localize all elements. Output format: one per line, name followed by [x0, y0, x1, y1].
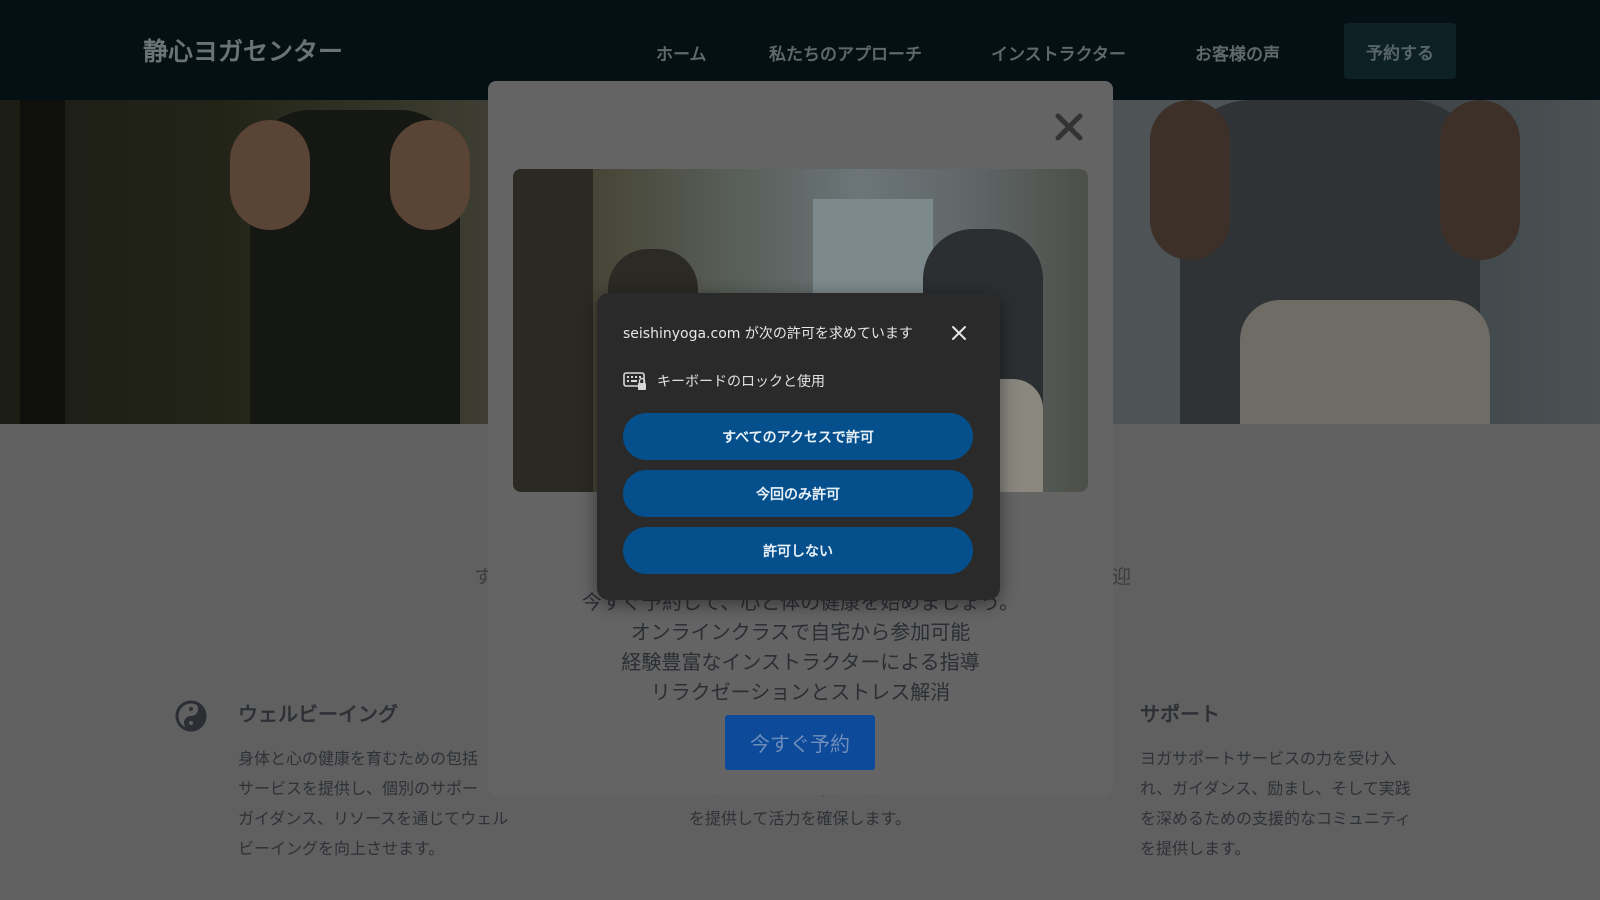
feature-text-wellbeing: 身体と心の健康を育むための包括 サービスを提供し、個別のサポー ガイダンス、リソ… — [238, 749, 509, 858]
modal-line-3: 経験豊富なインストラクターによる指導 — [621, 650, 980, 674]
modal-line-4: リラクゼーションとストレス解消 — [650, 680, 951, 704]
feature-text-support: ヨガサポートサービスの力を受け入 れ、ガイダンス、励まし、そして実践 を深めるた… — [1140, 749, 1412, 858]
feature-title-wellbeing: ウェルビーイング — [238, 702, 398, 726]
modal-line-2: オンラインクラスで自宅から参加可能 — [630, 620, 971, 644]
nav-instructors[interactable]: インストラクター — [991, 40, 1126, 65]
permission-item-label: キーボードのロックと使用 — [657, 374, 825, 390]
book-now-button[interactable]: 今すぐ予約 — [725, 715, 875, 770]
content-text-fragment: 迎 — [1112, 566, 1132, 588]
close-icon[interactable] — [949, 323, 969, 343]
close-icon[interactable] — [1052, 110, 1086, 144]
permission-prompt: seishinyoga.com が次の許可を求めています キーボードのロックと使… — [597, 293, 1000, 600]
keyboard-lock-icon — [623, 372, 646, 390]
permission-title: seishinyoga.com が次の許可を求めています — [623, 326, 913, 342]
nav-reserve-button[interactable]: 予約する — [1344, 23, 1456, 79]
yin-yang-icon — [175, 700, 207, 732]
nav-home[interactable]: ホーム — [656, 40, 707, 65]
deny-button[interactable]: 許可しない — [623, 527, 973, 574]
nav-testimonials[interactable]: お客様の声 — [1195, 40, 1280, 65]
allow-always-button[interactable]: すべてのアクセスで許可 — [623, 413, 973, 460]
nav-approach[interactable]: 私たちのアプローチ — [769, 40, 922, 65]
feature-title-support: サポート — [1140, 702, 1220, 726]
allow-once-button[interactable]: 今回のみ許可 — [623, 470, 973, 517]
